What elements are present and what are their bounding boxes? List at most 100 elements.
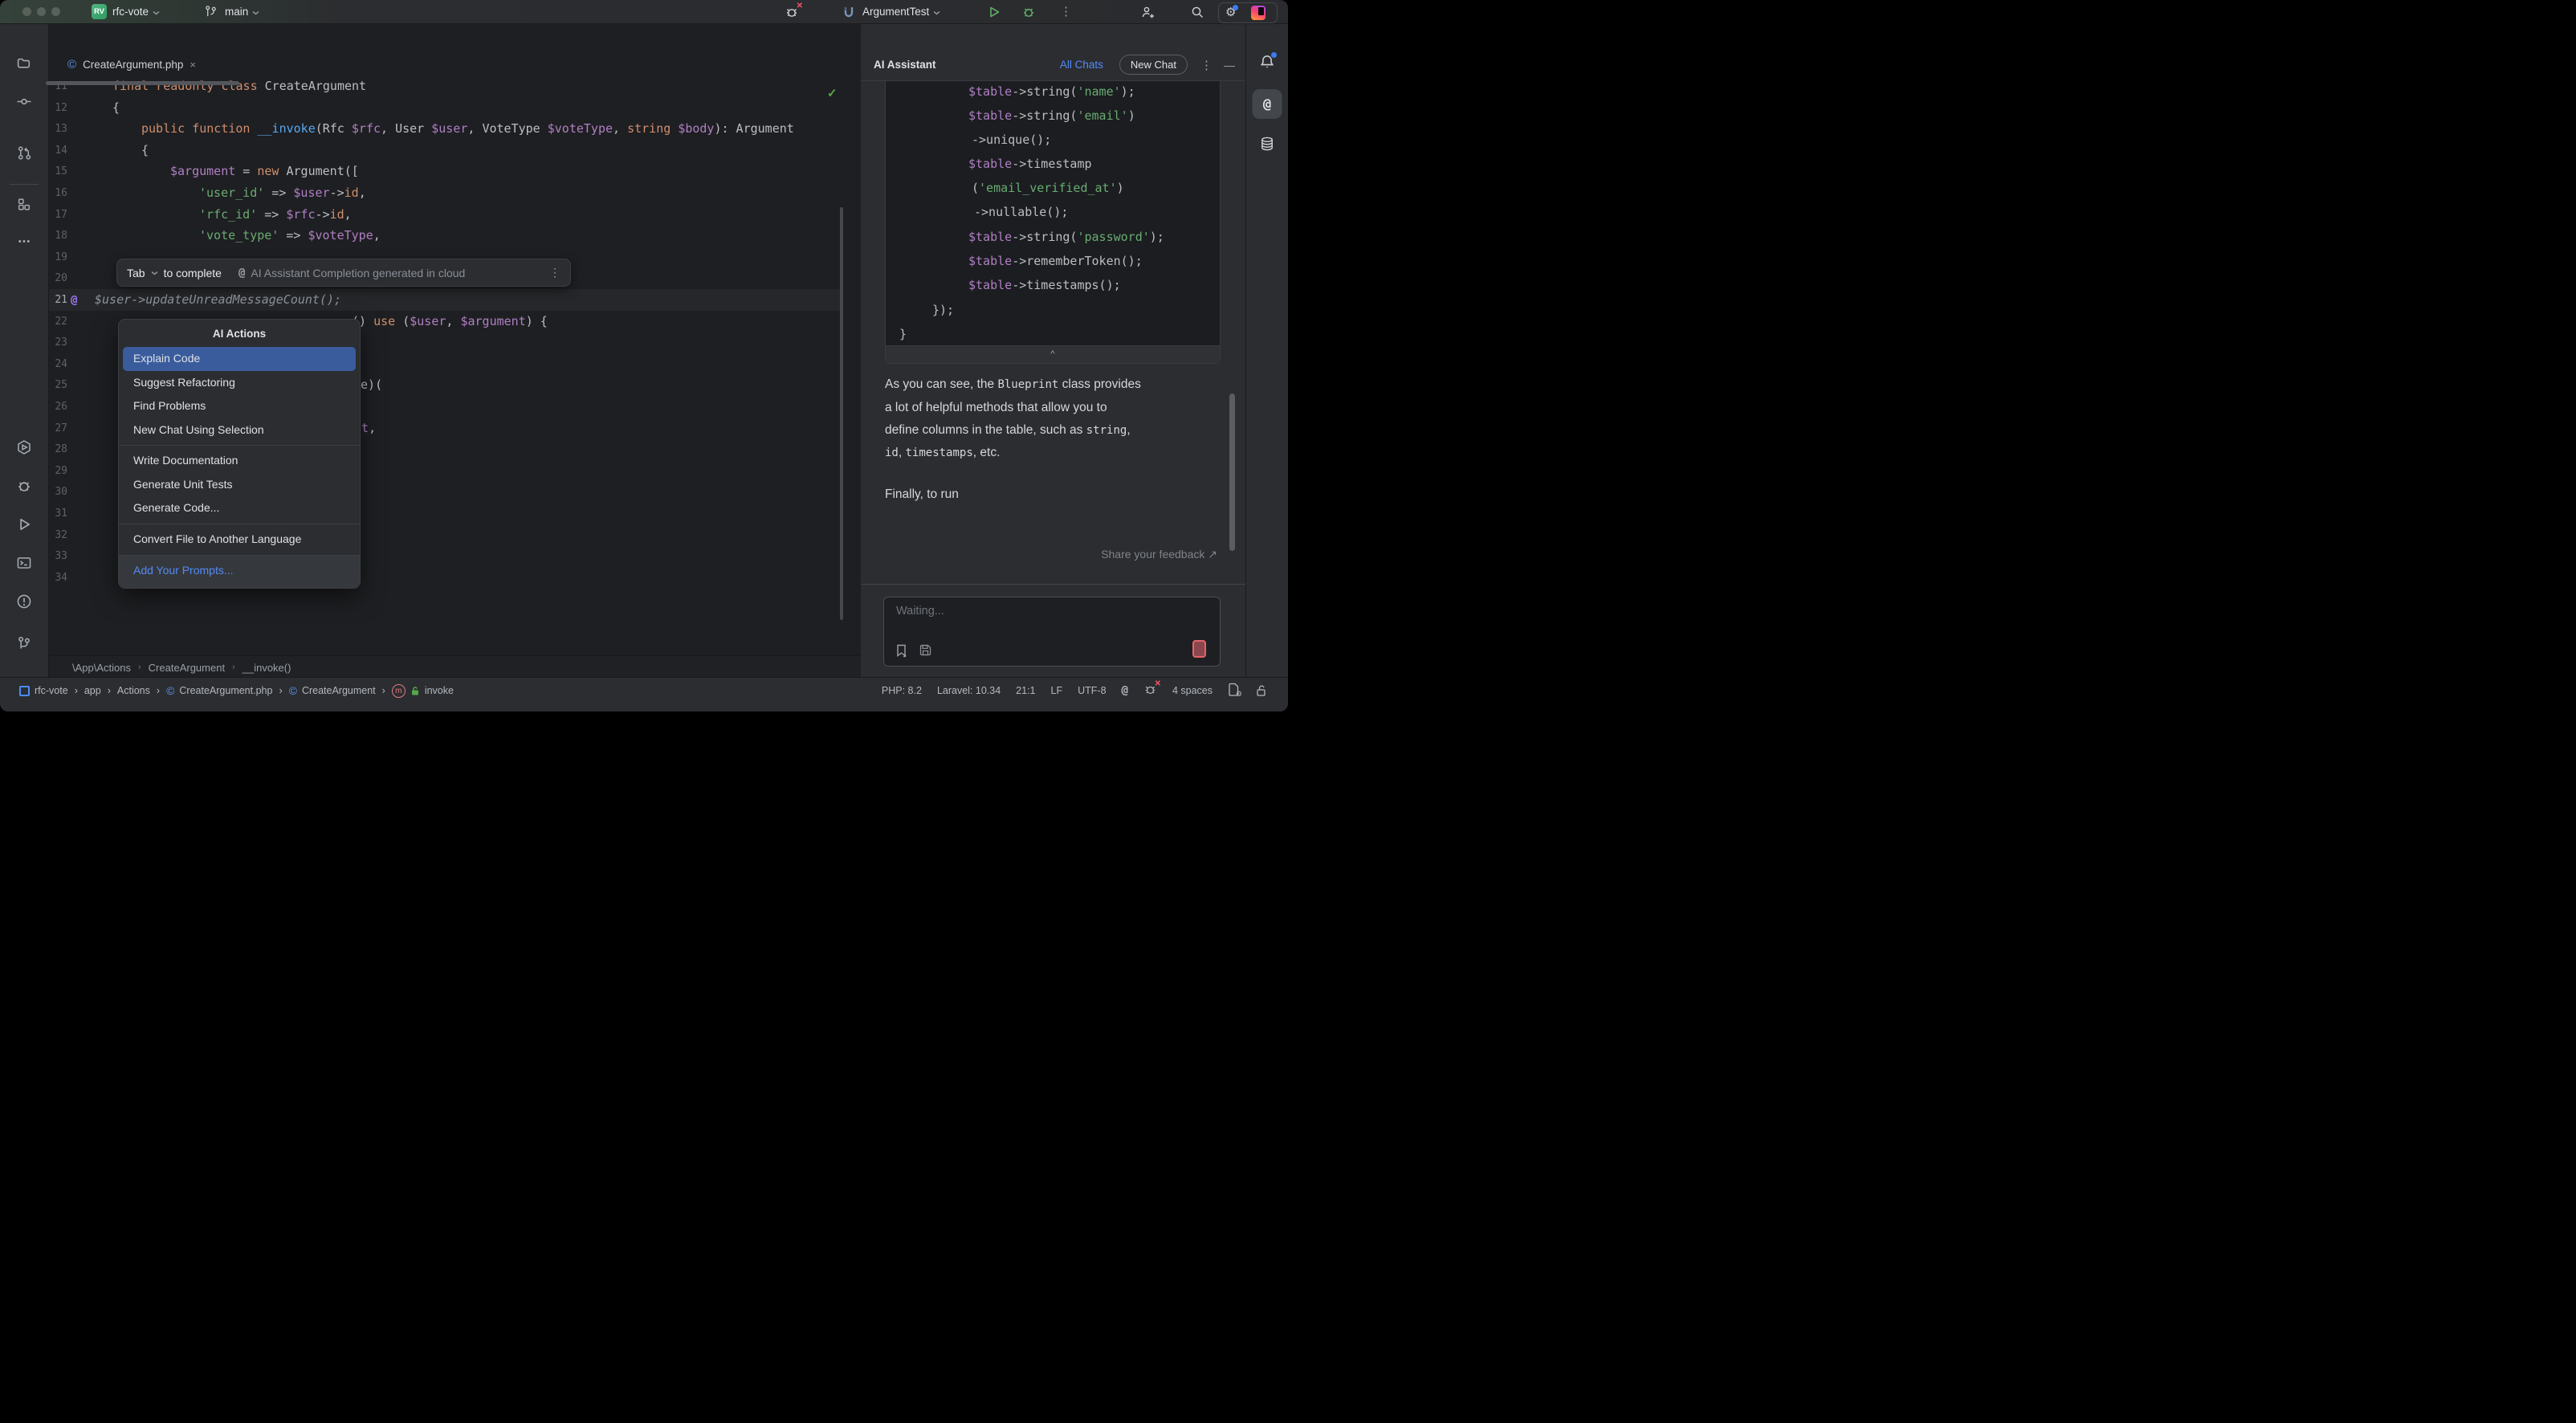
breadcrumb-item[interactable]: \App\Actions: [72, 662, 131, 674]
panel-kebab-icon[interactable]: ⋮: [1200, 58, 1213, 72]
panel-title: AI Assistant: [874, 59, 936, 71]
menu-item-generate-unit-tests[interactable]: Generate Unit Tests: [123, 473, 356, 497]
settings-gear-icon[interactable]: ⚙: [1225, 6, 1236, 20]
database-tool-icon[interactable]: [1259, 136, 1275, 152]
chat-code-line: ->unique();: [972, 128, 1051, 152]
search-everywhere-icon[interactable]: [1190, 5, 1204, 19]
status-icon-wrap: [1255, 684, 1267, 697]
hint-kebab-icon[interactable]: ⋮: [549, 266, 560, 279]
structure-tool-icon[interactable]: [17, 197, 32, 212]
services-tool-icon[interactable]: [16, 439, 32, 455]
gutter-ai-icon[interactable]: @: [71, 290, 77, 312]
hint-key: Tab: [127, 267, 145, 279]
file-settings-icon[interactable]: ⚙: [1228, 683, 1240, 696]
chat-input[interactable]: Waiting...: [883, 597, 1221, 667]
code-line: public function __invoke(Rfc $rfc, User …: [141, 118, 794, 140]
status-crumb-rfc-vote[interactable]: rfc-vote: [19, 685, 68, 696]
status-icon-wrap: ✕: [1143, 683, 1157, 699]
save-icon[interactable]: [919, 643, 932, 658]
ai-status-icon[interactable]: @: [1122, 684, 1128, 697]
status-crumb-createargument-php[interactable]: ©CreateArgument.php: [166, 685, 272, 696]
status-crumb-app[interactable]: app: [84, 685, 101, 696]
status-item-laravel-10-34[interactable]: Laravel: 10.34: [937, 685, 1001, 696]
mute-breakpoints-icon[interactable]: ✕: [785, 5, 799, 19]
status-item-lf[interactable]: LF: [1051, 685, 1063, 696]
code-block-collapse[interactable]: ^: [886, 345, 1220, 363]
terminal-tool-icon[interactable]: [16, 555, 32, 571]
all-chats-link[interactable]: All Chats: [1060, 59, 1103, 71]
run-tool-icon[interactable]: [16, 516, 32, 532]
more-tools-icon[interactable]: [17, 234, 32, 249]
stop-generation-button[interactable]: [1192, 640, 1206, 658]
status-item-utf-8[interactable]: UTF-8: [1078, 685, 1106, 696]
class-icon: ©: [166, 685, 174, 696]
menu-item-find-problems[interactable]: Find Problems: [123, 394, 356, 418]
menu-item-add-your-prompts[interactable]: Add Your Prompts...: [123, 559, 356, 583]
breadcrumb-item[interactable]: __invoke(): [243, 662, 291, 674]
phpunit-icon: [842, 5, 856, 19]
status-bar: rfc-vote›app›Actions›©CreateArgument.php…: [0, 677, 1288, 712]
status-item-php-8-2[interactable]: PHP: 8.2: [882, 685, 922, 696]
inspections-ok-icon[interactable]: ✓: [827, 86, 838, 100]
tab-close-icon[interactable]: ×: [190, 59, 196, 71]
window-zoom-button[interactable]: [51, 7, 60, 16]
method-icon: m: [392, 684, 406, 698]
chevron-down-icon: [153, 10, 160, 15]
status-crumb-invoke[interactable]: minvoke: [392, 684, 454, 698]
ai-assistant-tool-icon[interactable]: @: [1253, 89, 1282, 119]
problems-tool-icon[interactable]: [16, 593, 32, 610]
share-feedback-link[interactable]: Share your feedback ↗: [1101, 548, 1217, 561]
prompt-library-icon[interactable]: [895, 643, 908, 658]
ai-completion-hint: Tab to complete @ AI Assistant Completio…: [116, 259, 571, 287]
chat-paragraph-line: id, timestamps, etc.: [885, 441, 1000, 464]
run-configuration-select[interactable]: ArgumentTest: [862, 0, 940, 23]
chat-code-line: $table->timestamps();: [968, 273, 1121, 297]
code-line: 'vote_type' => $voteType,: [199, 225, 381, 247]
chat-code-line: $table->string('name');: [968, 80, 1135, 104]
run-button[interactable]: [987, 5, 1001, 19]
unlocked-icon[interactable]: [1255, 684, 1267, 697]
status-crumb-actions[interactable]: Actions: [117, 685, 150, 696]
menu-item-write-documentation[interactable]: Write Documentation: [123, 449, 356, 473]
menu-item-explain-code[interactable]: Explain Code: [123, 347, 356, 371]
commit-tool-icon[interactable]: [17, 94, 32, 109]
code-with-me-icon[interactable]: [1140, 5, 1156, 20]
project-switcher[interactable]: rfc-vote: [112, 0, 160, 23]
panel-minimize-icon[interactable]: —: [1224, 59, 1235, 71]
editor-vertical-scrollbar[interactable]: [840, 207, 843, 620]
chat-scrollbar[interactable]: [1229, 393, 1235, 551]
jetbrains-ai-icon[interactable]: [1251, 6, 1266, 20]
notifications-bell-icon[interactable]: [1259, 54, 1275, 70]
project-tool-icon[interactable]: [17, 55, 32, 71]
chat-code-line: ('email_verified_at'): [972, 176, 1124, 200]
new-chat-button[interactable]: New Chat: [1119, 55, 1188, 75]
mute-breakpoints-status-icon[interactable]: ✕: [1143, 683, 1157, 696]
branch-switcher[interactable]: main: [225, 0, 259, 23]
chevron-down-icon: [933, 10, 940, 15]
debug-tool-icon[interactable]: [16, 478, 32, 494]
git-tool-icon[interactable]: [16, 635, 32, 651]
menu-item-suggest-refactoring[interactable]: Suggest Refactoring: [123, 371, 356, 395]
breadcrumb-item[interactable]: CreateArgument: [149, 662, 225, 674]
horizontal-scrollbar[interactable]: [46, 81, 239, 85]
status-item-21-1[interactable]: 21:1: [1016, 685, 1035, 696]
chevron-down-icon[interactable]: [151, 271, 158, 275]
project-badge: RV: [92, 4, 107, 19]
menu-item-generate-code[interactable]: Generate Code...: [123, 496, 356, 520]
window-minimize-button[interactable]: [37, 7, 46, 16]
chat-paragraph-line: a lot of helpful methods that allow you …: [885, 396, 1107, 419]
debug-button[interactable]: [1021, 5, 1036, 19]
status-widgets: PHP: 8.2 Laravel: 10.34 21:1 LF UTF-8 @ ✕ 4 spa…: [882, 678, 1288, 703]
window-close-button[interactable]: [22, 7, 31, 16]
code-line: $user->updateUnreadMessageCount();: [95, 289, 341, 311]
more-actions-button[interactable]: ⋮: [1060, 0, 1072, 23]
menu-item-convert-file-to-another-language[interactable]: Convert File to Another Language: [123, 528, 356, 552]
pull-requests-tool-icon[interactable]: [17, 145, 32, 161]
menu-item-new-chat-using-selection[interactable]: New Chat Using Selection: [123, 418, 356, 442]
code-line: {: [112, 97, 120, 119]
chat-paragraph-line: define columns in the table, such as str…: [885, 418, 1131, 442]
status-item-4-spaces[interactable]: 4 spaces: [1172, 685, 1213, 696]
editor-breadcrumb[interactable]: \App\Actions›CreateArgument›__invoke(): [48, 655, 861, 679]
chat-code-line: $table->string('password');: [968, 225, 1164, 249]
status-crumb-createargument[interactable]: ©CreateArgument: [289, 685, 376, 696]
